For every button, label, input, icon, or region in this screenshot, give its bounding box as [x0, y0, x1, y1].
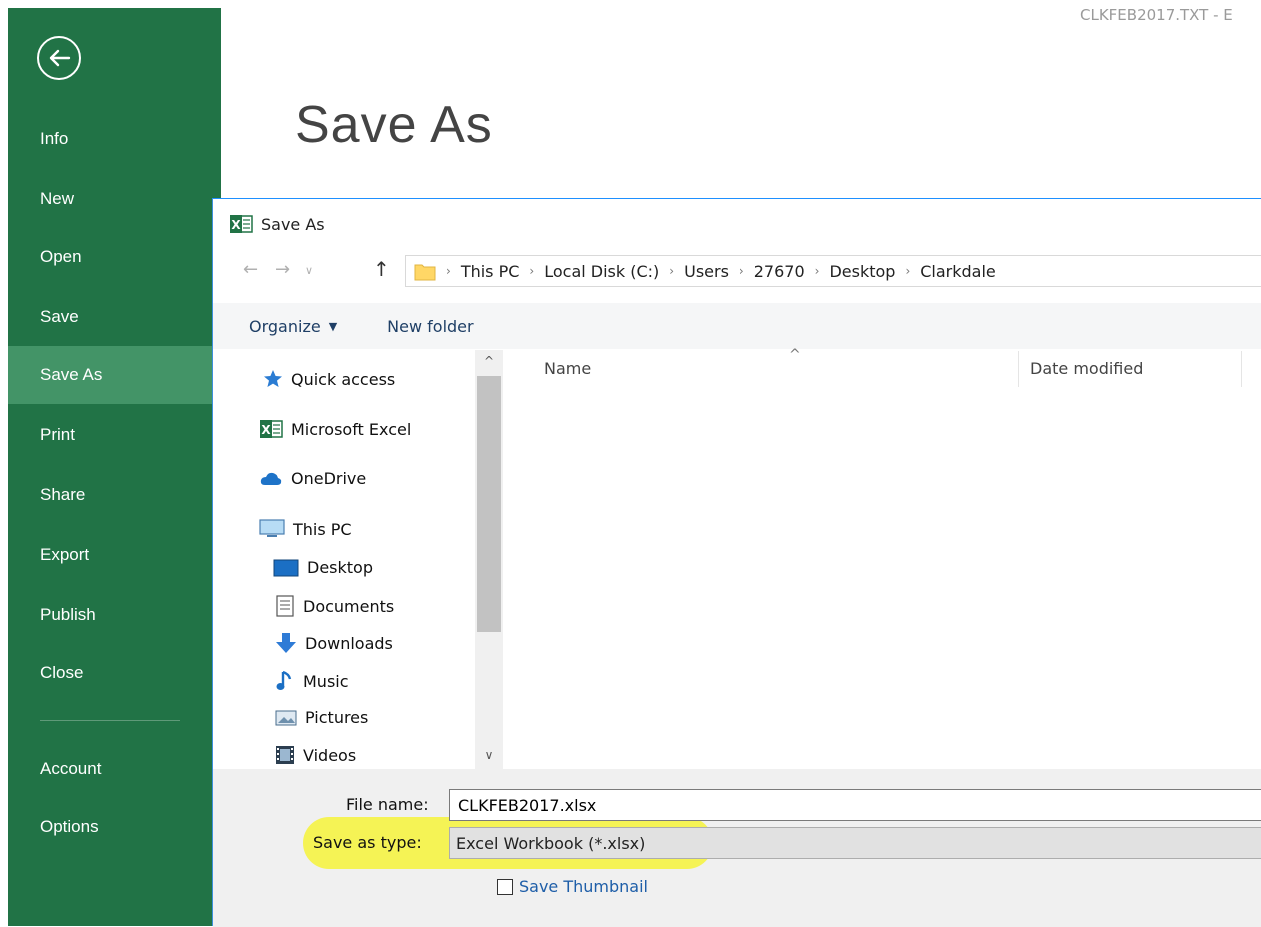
tree-item-onedrive[interactable]: OneDrive — [259, 469, 366, 488]
tree-item-pictures[interactable]: Pictures — [275, 708, 368, 727]
sort-ascending-icon: ^ — [789, 347, 801, 363]
downloads-icon — [276, 633, 296, 653]
back-button[interactable] — [37, 36, 81, 80]
nav-share[interactable]: Share — [8, 466, 221, 524]
breadcrumb-clarkdale[interactable]: Clarkdale — [920, 262, 996, 281]
address-bar[interactable]: › This PC › Local Disk (C:) › Users › 27… — [405, 255, 1261, 287]
dialog-title: Save As — [261, 214, 325, 234]
breadcrumb-local-disk[interactable]: Local Disk (C:) — [544, 262, 659, 281]
back-nav-icon[interactable]: ← — [243, 259, 258, 280]
address-row: ← → ∨ ↑ › This PC › Local Disk (C:) › Us… — [213, 249, 1261, 293]
save-thumbnail-checkbox[interactable] — [497, 878, 513, 895]
tree-item-music[interactable]: Music — [275, 670, 349, 692]
page-title: Save As — [295, 96, 493, 154]
nav-save[interactable]: Save — [8, 288, 221, 346]
up-level-icon[interactable]: ↑ — [373, 257, 390, 281]
save-thumbnail-option[interactable]: Save Thumbnail — [497, 877, 648, 896]
nav-account[interactable]: Account — [8, 740, 221, 798]
column-header-date-modified[interactable]: Date modified — [1030, 359, 1143, 378]
scroll-down-icon[interactable]: ∨ — [475, 748, 503, 766]
tree-item-this-pc[interactable]: This PC — [259, 519, 352, 539]
tree-item-videos[interactable]: Videos — [275, 745, 356, 765]
document-title: CLKFEB2017.TXT - E — [1080, 6, 1233, 24]
breadcrumb-separator-icon: › — [738, 264, 744, 278]
pictures-icon — [275, 710, 297, 725]
breadcrumb-desktop[interactable]: Desktop — [829, 262, 895, 281]
nav-new[interactable]: New — [8, 170, 221, 228]
nav-print[interactable]: Print — [8, 406, 221, 464]
tree-item-quick-access[interactable]: Quick access — [263, 369, 395, 389]
tree-item-downloads[interactable]: Downloads — [275, 632, 393, 654]
new-folder-button[interactable]: New folder — [387, 317, 473, 336]
nav-close[interactable]: Close — [8, 644, 221, 702]
save-as-type-value: Excel Workbook (*.xlsx) — [456, 833, 646, 853]
nav-save-as[interactable]: Save As — [8, 346, 221, 404]
breadcrumb-separator-icon: › — [905, 264, 911, 278]
scroll-thumb[interactable] — [477, 376, 501, 632]
breadcrumb-users[interactable]: Users — [684, 262, 729, 281]
tree-item-documents[interactable]: Documents — [275, 595, 394, 617]
excel-icon: X — [229, 214, 253, 234]
breadcrumb-this-pc[interactable]: This PC — [461, 262, 520, 281]
file-name-label: File name: — [346, 795, 429, 814]
tree-item-desktop[interactable]: Desktop — [273, 558, 373, 577]
forward-nav-icon[interactable]: → — [275, 259, 290, 280]
dialog-toolbar: Organize ▼ New folder — [213, 303, 1261, 350]
nav-options[interactable]: Options — [8, 798, 221, 856]
dialog-titlebar: X Save As — [229, 211, 325, 237]
scroll-up-icon[interactable]: ^ — [475, 354, 503, 372]
svg-text:X: X — [231, 218, 241, 232]
back-arrow-icon — [49, 49, 71, 67]
column-separator[interactable] — [1018, 351, 1019, 387]
column-header-name[interactable]: Name — [544, 359, 591, 378]
recent-locations-chevron-icon[interactable]: ∨ — [305, 264, 313, 277]
save-as-dialog: X Save As ← → ∨ ↑ › This PC › Local Disk… — [212, 198, 1261, 927]
cloud-icon — [260, 472, 282, 485]
music-icon — [276, 670, 292, 690]
save-as-type-label: Save as type: — [313, 833, 422, 852]
navigation-pane: Quick access X Microsoft Excel OneDrive — [213, 349, 513, 769]
save-thumbnail-label: Save Thumbnail — [519, 877, 648, 896]
nav-open[interactable]: Open — [8, 228, 221, 286]
file-name-input[interactable] — [449, 789, 1261, 821]
file-list: Name ^ Date modified — [513, 347, 1261, 769]
dropdown-arrow-icon: ▼ — [328, 319, 338, 333]
excel-icon: X — [260, 420, 283, 438]
breadcrumb-separator-icon: › — [814, 264, 820, 278]
nav-info[interactable]: Info — [8, 110, 221, 168]
svg-text:X: X — [261, 423, 271, 437]
breadcrumb-separator-icon: › — [446, 264, 451, 278]
star-icon — [264, 370, 282, 387]
breadcrumb-separator-icon: › — [529, 264, 535, 278]
nav-pane-scrollbar[interactable]: ^ ∨ — [475, 350, 503, 770]
documents-icon — [276, 595, 294, 617]
organize-button[interactable]: Organize ▼ — [249, 317, 337, 336]
folder-icon — [414, 264, 436, 281]
computer-icon — [259, 519, 285, 537]
nav-publish[interactable]: Publish — [8, 586, 221, 644]
backstage-sidebar: Info New Open Save Save As Print Share E… — [8, 8, 221, 926]
tree-item-microsoft-excel[interactable]: X Microsoft Excel — [259, 419, 411, 439]
videos-icon — [276, 746, 294, 764]
nav-divider — [40, 720, 180, 721]
breadcrumb-user-folder[interactable]: 27670 — [754, 262, 805, 281]
save-options-area: File name: Save as type: Excel Workbook … — [213, 769, 1261, 927]
nav-export[interactable]: Export — [8, 526, 221, 584]
breadcrumb-separator-icon: › — [669, 264, 675, 278]
desktop-icon — [273, 559, 299, 576]
save-as-type-select[interactable]: Excel Workbook (*.xlsx) — [449, 827, 1261, 859]
organize-label: Organize — [249, 316, 321, 336]
column-separator[interactable] — [1241, 351, 1242, 387]
